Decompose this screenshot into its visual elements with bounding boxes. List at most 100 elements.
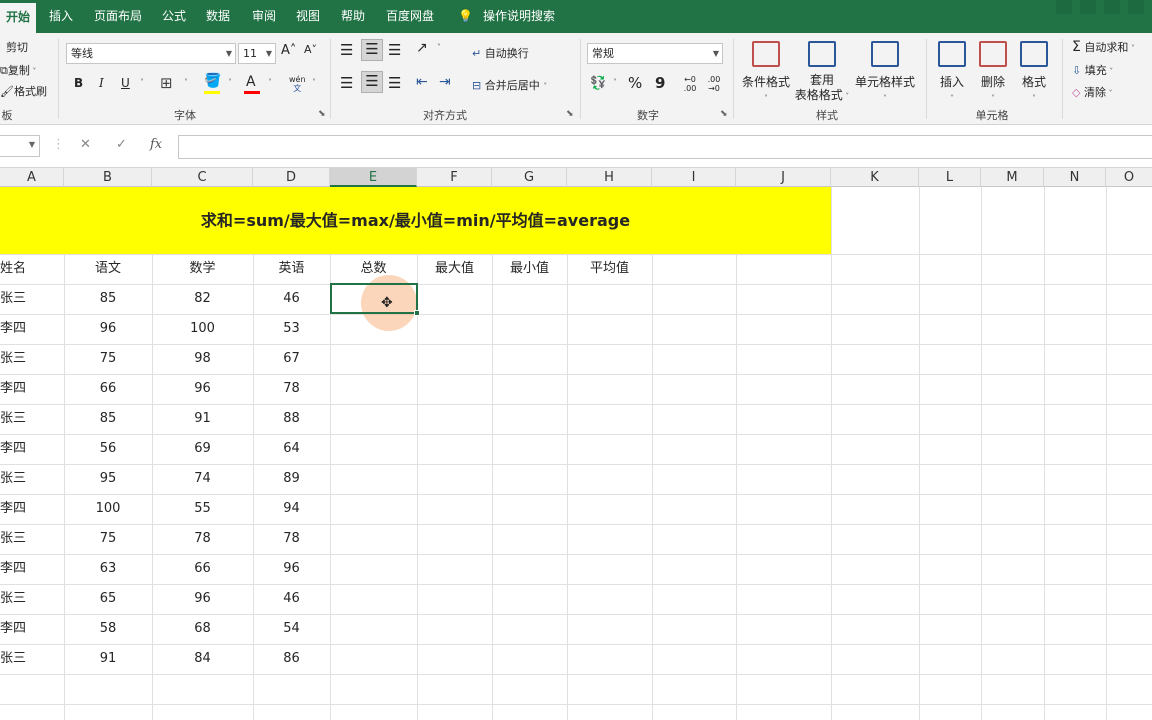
table-cell[interactable]: 85: [64, 284, 152, 314]
align-right-icon[interactable]: ☰: [388, 74, 401, 92]
chevron-down-icon[interactable]: ˅: [228, 78, 232, 87]
shrink-font-button[interactable]: A˅: [304, 43, 317, 56]
table-cell[interactable]: 96: [64, 314, 152, 344]
header-cell-max[interactable]: 最大值: [417, 254, 492, 284]
tab-help[interactable]: 帮助: [341, 0, 365, 33]
cell-styles-icon[interactable]: [871, 41, 899, 67]
cell-styles-button[interactable]: 单元格样式 ˅: [852, 73, 918, 104]
column-header-m[interactable]: M: [981, 168, 1044, 187]
table-cell-name[interactable]: 张三: [0, 584, 64, 614]
font-color-button[interactable]: A: [246, 74, 256, 90]
table-cell[interactable]: 82: [152, 284, 253, 314]
table-cell[interactable]: 46: [253, 584, 330, 614]
table-cell[interactable]: 68: [152, 614, 253, 644]
header-cell-name[interactable]: 姓名: [0, 254, 64, 284]
chevron-down-icon[interactable]: ˅: [140, 78, 144, 87]
conditional-format-button[interactable]: 条件格式 ˅: [738, 73, 794, 104]
table-cell[interactable]: 54: [253, 614, 330, 644]
formula-input[interactable]: [178, 135, 1152, 159]
name-box[interactable]: ▼: [0, 135, 40, 157]
increase-decimal-button[interactable]: ←0 .00: [680, 75, 700, 93]
header-cell-average[interactable]: 平均值: [567, 254, 652, 284]
table-cell[interactable]: 46: [253, 284, 330, 314]
table-cell[interactable]: 64: [253, 434, 330, 464]
enter-icon[interactable]: ✓: [116, 137, 127, 152]
merge-center-button[interactable]: ⊟ 合并后居中 ˅: [472, 77, 547, 93]
table-cell-name[interactable]: 李四: [0, 554, 64, 584]
insert-function-icon[interactable]: fx: [150, 137, 162, 152]
table-cell[interactable]: 56: [64, 434, 152, 464]
insert-cells-icon[interactable]: [938, 41, 966, 67]
chevron-down-icon[interactable]: ˅: [268, 78, 272, 87]
increase-indent-icon[interactable]: ⇥: [439, 74, 451, 90]
table-cell[interactable]: 91: [64, 644, 152, 674]
autosum-button[interactable]: Σ 自动求和 ˅: [1072, 39, 1135, 55]
table-cell[interactable]: 96: [253, 554, 330, 584]
worksheet-grid[interactable]: 求和=sum/最大值=max/最小值=min/平均值=average 姓名 语文…: [0, 187, 1152, 720]
table-cell[interactable]: 66: [152, 554, 253, 584]
tab-data[interactable]: 数据: [206, 0, 230, 33]
table-cell[interactable]: 67: [253, 344, 330, 374]
table-cell[interactable]: 91: [152, 404, 253, 434]
table-cell[interactable]: 88: [253, 404, 330, 434]
table-cell[interactable]: 78: [253, 524, 330, 554]
tab-view[interactable]: 视图: [296, 0, 320, 33]
table-cell[interactable]: 85: [64, 404, 152, 434]
table-cell-name[interactable]: 李四: [0, 374, 64, 404]
font-size-select[interactable]: 11 ▼: [238, 43, 276, 64]
table-cell[interactable]: 86: [253, 644, 330, 674]
table-cell[interactable]: 89: [253, 464, 330, 494]
column-header-c[interactable]: C: [152, 168, 253, 187]
table-cell[interactable]: 74: [152, 464, 253, 494]
header-cell-chinese[interactable]: 语文: [64, 254, 152, 284]
format-painter-button[interactable]: 🖌格式刷: [0, 83, 47, 99]
clear-button[interactable]: ◇ 清除 ˅: [1072, 84, 1113, 100]
tell-me-search[interactable]: 操作说明搜索: [483, 0, 555, 33]
copy-button[interactable]: ⧉复制 ˅: [0, 62, 36, 78]
table-cell[interactable]: 75: [64, 344, 152, 374]
column-header-d[interactable]: D: [253, 168, 330, 187]
table-cell-name[interactable]: 张三: [0, 404, 64, 434]
table-cell[interactable]: 66: [64, 374, 152, 404]
column-header-h[interactable]: H: [567, 168, 652, 187]
decrease-decimal-button[interactable]: .00 →0: [704, 75, 724, 93]
tab-insert[interactable]: 插入: [49, 0, 73, 33]
window-control-icon[interactable]: [1104, 0, 1120, 14]
comma-style-button[interactable]: 9: [655, 74, 665, 92]
align-bottom-icon[interactable]: ☰: [388, 41, 401, 59]
align-middle-icon[interactable]: ☰: [361, 39, 383, 61]
format-cells-button[interactable]: 格式 ˅: [1016, 73, 1052, 104]
header-cell-math[interactable]: 数学: [152, 254, 253, 284]
currency-icon[interactable]: 💱: [590, 76, 606, 91]
table-cell[interactable]: 98: [152, 344, 253, 374]
align-left-icon[interactable]: ☰: [340, 74, 353, 92]
table-cell[interactable]: 84: [152, 644, 253, 674]
cancel-icon[interactable]: ✕: [80, 137, 91, 152]
column-header-o[interactable]: O: [1106, 168, 1152, 187]
column-header-f[interactable]: F: [417, 168, 492, 187]
conditional-format-icon[interactable]: [752, 41, 780, 67]
table-cell[interactable]: 58: [64, 614, 152, 644]
table-cell[interactable]: 75: [64, 524, 152, 554]
wrap-text-button[interactable]: ↵ 自动换行: [472, 45, 529, 61]
table-cell[interactable]: 96: [152, 374, 253, 404]
column-header-l[interactable]: L: [919, 168, 981, 187]
cut-button[interactable]: 剪切: [6, 39, 28, 55]
table-cell[interactable]: 96: [152, 584, 253, 614]
table-cell[interactable]: 78: [152, 524, 253, 554]
table-format-icon[interactable]: [808, 41, 836, 67]
column-header-k[interactable]: K: [831, 168, 919, 187]
header-cell-english[interactable]: 英语: [253, 254, 330, 284]
grow-font-button[interactable]: A˄: [281, 43, 296, 58]
title-banner-cell[interactable]: 求和=sum/最大值=max/最小值=min/平均值=average: [0, 187, 831, 254]
align-center-icon[interactable]: ☰: [361, 71, 383, 93]
column-header-a[interactable]: A: [0, 168, 64, 187]
table-cell-name[interactable]: 李四: [0, 434, 64, 464]
window-control-icon[interactable]: [1128, 0, 1144, 14]
font-name-select[interactable]: 等线 ▼: [66, 43, 236, 64]
table-cell-name[interactable]: 李四: [0, 614, 64, 644]
tab-formulas[interactable]: 公式: [162, 0, 186, 33]
tab-baidu-netdisk[interactable]: 百度网盘: [386, 0, 434, 33]
insert-cells-button[interactable]: 插入 ˅: [934, 73, 970, 104]
column-header-e[interactable]: E: [330, 168, 417, 187]
